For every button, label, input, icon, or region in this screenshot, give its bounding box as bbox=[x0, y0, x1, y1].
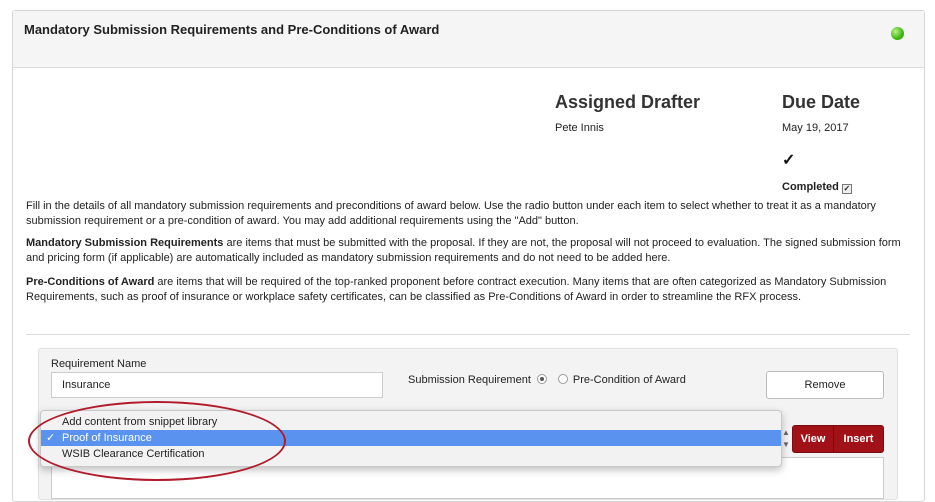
pca-description: are items that will be required of the t… bbox=[26, 276, 887, 303]
radio-submission-requirement[interactable] bbox=[536, 374, 547, 384]
remove-button[interactable]: Remove bbox=[766, 371, 884, 399]
panel-title: Mandatory Submission Requirements and Pr… bbox=[24, 22, 440, 37]
assigned-drafter-name: Pete Innis bbox=[555, 122, 604, 134]
msr-term: Mandatory Submission Requirements bbox=[26, 237, 224, 249]
intro-paragraph: Fill in the details of all mandatory sub… bbox=[26, 200, 876, 227]
requirement-name-input[interactable]: Insurance bbox=[51, 372, 383, 398]
view-button[interactable]: View bbox=[792, 425, 834, 453]
completed-label: Completed bbox=[782, 181, 839, 193]
status-indicator-icon bbox=[891, 27, 904, 40]
pca-term: Pre-Conditions of Award bbox=[26, 276, 155, 288]
radio-pre-condition-label: Pre-Condition of Award bbox=[572, 374, 686, 386]
option-label: Add content from snippet library bbox=[62, 416, 218, 428]
assigned-drafter-heading: Assigned Drafter bbox=[555, 92, 701, 112]
msr-paragraph: Mandatory Submission Requirements are it… bbox=[26, 236, 906, 266]
snippet-option-wsib[interactable]: WSIB Clearance Certification bbox=[41, 446, 781, 462]
requirement-type-radio-group: Submission Requirement Pre-Condition of A… bbox=[408, 374, 686, 386]
snippet-option-library[interactable]: Add content from snippet library bbox=[41, 414, 781, 430]
radio-pre-condition-of-award[interactable] bbox=[557, 374, 568, 384]
option-label: WSIB Clearance Certification bbox=[62, 448, 205, 460]
due-date-value: May 19, 2017 bbox=[782, 122, 849, 134]
radio-submission-requirement-label: Submission Requirement bbox=[408, 374, 531, 386]
snippet-dropdown-menu: Add content from snippet library ✓ Proof… bbox=[40, 410, 782, 467]
completed-status: Completed ✓ bbox=[782, 181, 852, 194]
completed-checkbox[interactable]: ✓ bbox=[841, 184, 852, 194]
snippet-option-proof-of-insurance[interactable]: ✓ Proof of Insurance bbox=[41, 430, 781, 446]
panel-header: Mandatory Submission Requirements and Pr… bbox=[13, 11, 924, 68]
selected-check-icon: ✓ bbox=[46, 432, 56, 444]
option-label: Proof of Insurance bbox=[62, 432, 152, 444]
insert-button[interactable]: Insert bbox=[833, 425, 884, 453]
pca-paragraph: Pre-Conditions of Award are items that w… bbox=[26, 275, 906, 305]
checkmark-icon: ✓ bbox=[782, 152, 796, 169]
due-date-heading: Due Date bbox=[782, 92, 861, 112]
requirement-name-label: Requirement Name bbox=[51, 358, 147, 370]
section-divider bbox=[26, 334, 910, 335]
